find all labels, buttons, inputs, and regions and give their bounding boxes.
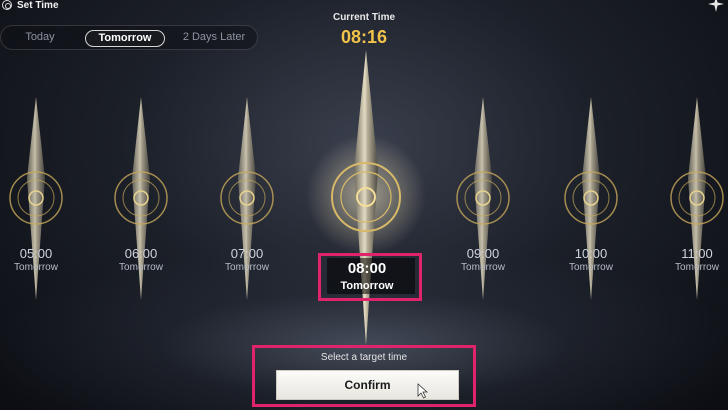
slot-time: 10:00	[574, 246, 608, 261]
slot-time: 07:00	[230, 246, 264, 261]
page-title: Set Time	[17, 0, 59, 11]
slot-time: 09:00	[466, 246, 500, 261]
time-slot-0700[interactable]: 07:00 Tomorrow	[197, 246, 297, 274]
time-slot-1000[interactable]: 10:00 Tomorrow	[541, 246, 641, 274]
slot-day: Tomorrow	[225, 262, 269, 273]
slot-time: 06:00	[124, 246, 158, 261]
slot-day: Tomorrow	[119, 262, 163, 273]
back-icon[interactable]	[2, 0, 12, 10]
slot-time: 11:00	[681, 246, 713, 261]
time-slot-0900[interactable]: 09:00 Tomorrow	[433, 246, 533, 274]
slot-day: Tomorrow	[461, 262, 505, 273]
slot-day: Tomorrow	[14, 262, 58, 273]
slot-day: Tomorrow	[569, 262, 613, 273]
slot-time: 05:00	[19, 246, 53, 261]
close-star-icon[interactable]	[708, 0, 724, 12]
current-time-label: Current Time	[332, 12, 396, 23]
time-slot-1100[interactable]: 11:00 Tomorrow	[647, 246, 728, 274]
time-slot-0600[interactable]: 06:00 Tomorrow	[91, 246, 191, 274]
current-time-value: 08:16	[340, 27, 388, 47]
slot-day: Tomorrow	[675, 262, 719, 273]
time-slot-0500[interactable]: 05:00 Tomorrow	[0, 246, 86, 274]
confirm-area-highlight	[252, 345, 476, 407]
selected-slot-highlight	[318, 253, 422, 301]
